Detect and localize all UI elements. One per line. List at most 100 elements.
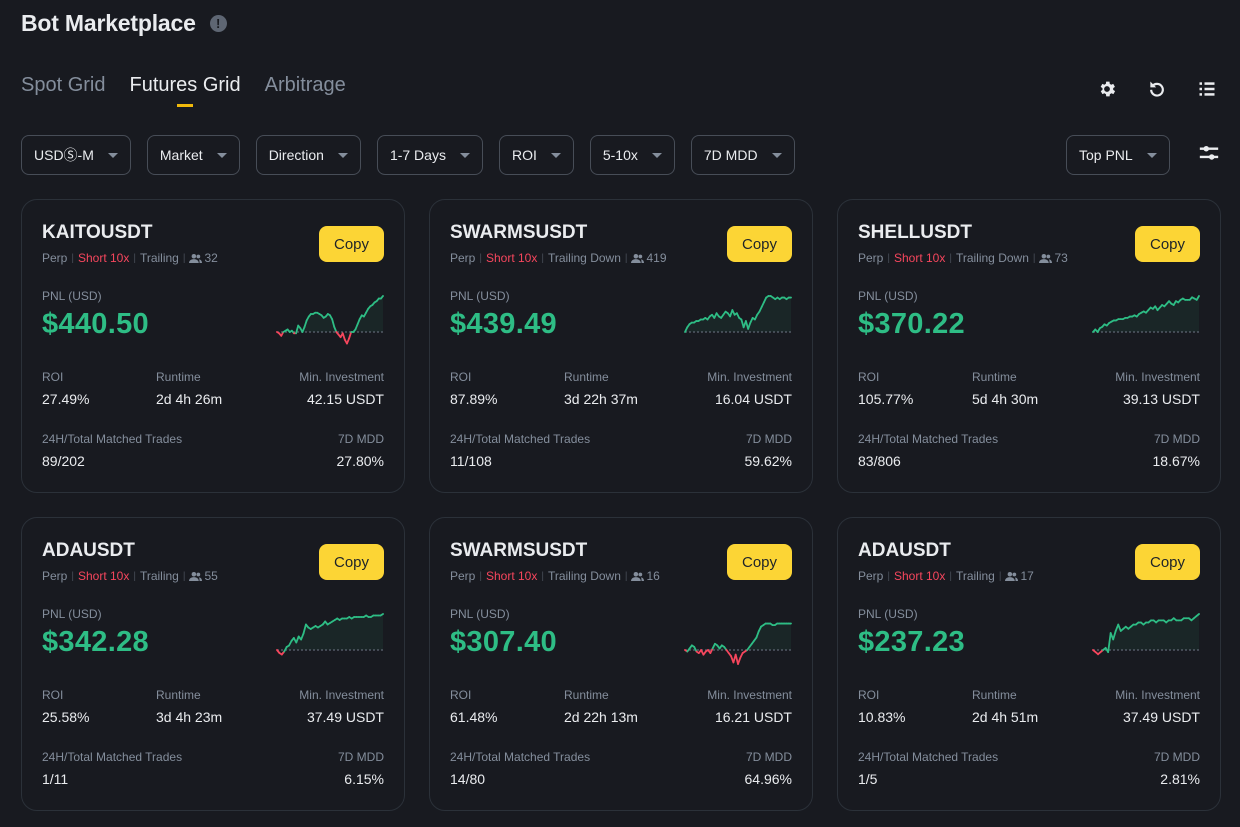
user-count-value: 55 bbox=[204, 569, 218, 583]
caret-down-icon bbox=[337, 152, 348, 158]
roi-value: 61.48% bbox=[450, 709, 498, 725]
roi-label: ROI bbox=[42, 688, 64, 702]
filter-margin-type[interactable]: USDⓈ-M bbox=[21, 135, 131, 175]
filter-label: ROI bbox=[511, 147, 537, 163]
bot-symbol: SWARMSUSDT bbox=[450, 222, 588, 243]
gear-icon[interactable] bbox=[1096, 78, 1118, 100]
copy-button[interactable]: Copy bbox=[319, 226, 384, 262]
direction-badge: Short 10x bbox=[77, 251, 130, 265]
pnl-label: PNL (USD) bbox=[42, 289, 102, 303]
runtime-value: 3d 22h 37m bbox=[564, 391, 638, 407]
divider: | bbox=[182, 570, 186, 582]
sparkline-segment bbox=[348, 331, 353, 340]
roi-value: 27.49% bbox=[42, 391, 90, 407]
bot-card[interactable]: ADAUSDT Perp | Short 10x | Trailing | 55… bbox=[21, 517, 405, 811]
mdd-value: 27.80% bbox=[336, 453, 384, 469]
min-investment-label: Min. Investment bbox=[707, 370, 792, 384]
tab-spot-grid[interactable]: Spot Grid bbox=[21, 74, 105, 109]
grid-mode: Trailing Down bbox=[547, 569, 621, 583]
divider: | bbox=[541, 252, 544, 264]
contract-type: Perp bbox=[450, 251, 476, 265]
users-icon bbox=[189, 253, 203, 263]
grid-mode: Trailing bbox=[955, 569, 995, 583]
mdd-label: 7D MDD bbox=[745, 432, 792, 446]
runtime-value: 2d 4h 51m bbox=[972, 709, 1039, 725]
bot-card[interactable]: SWARMSUSDT Perp | Short 10x | Trailing D… bbox=[429, 517, 813, 811]
user-count: 73 bbox=[1039, 251, 1068, 265]
mdd-label: 7D MDD bbox=[337, 432, 384, 446]
mdd-value: 6.15% bbox=[344, 771, 384, 787]
sparkline-segment bbox=[379, 613, 384, 617]
min-investment-value: 16.21 USDT bbox=[714, 709, 792, 725]
page-title: Bot Marketplace bbox=[21, 10, 196, 36]
filter-leverage[interactable]: 5-10x bbox=[589, 135, 675, 175]
users-icon bbox=[189, 571, 203, 581]
pnl-value: $440.50 bbox=[42, 308, 149, 340]
divider: | bbox=[71, 570, 74, 582]
refresh-icon[interactable] bbox=[1146, 78, 1168, 100]
runtime-label: Runtime bbox=[156, 370, 201, 384]
bot-card[interactable]: SHELLUSDT Perp | Short 10x | Trailing Do… bbox=[837, 199, 1221, 493]
bot-card[interactable]: KAITOUSDT Perp | Short 10x | Trailing | … bbox=[21, 199, 405, 493]
divider: | bbox=[182, 252, 186, 264]
pnl-sparkline bbox=[1092, 613, 1200, 656]
user-count-value: 17 bbox=[1020, 569, 1034, 583]
filter-runtime[interactable]: 1-7 Days bbox=[376, 135, 483, 175]
matched-trades-label: 24H/Total Matched Trades bbox=[42, 750, 183, 764]
tab-arbitrage[interactable]: Arbitrage bbox=[265, 74, 346, 109]
runtime-value: 5d 4h 30m bbox=[972, 391, 1039, 407]
sort-dropdown[interactable]: Top PNL bbox=[1066, 135, 1170, 175]
sliders-icon[interactable] bbox=[1198, 142, 1220, 164]
roi-value: 105.77% bbox=[858, 391, 914, 407]
list-icon[interactable] bbox=[1196, 78, 1218, 100]
filter-roi[interactable]: ROI bbox=[498, 135, 574, 175]
divider: | bbox=[133, 570, 136, 582]
divider: | bbox=[479, 570, 482, 582]
copy-button[interactable]: Copy bbox=[727, 544, 792, 580]
caret-down-icon bbox=[107, 152, 118, 158]
divider: | bbox=[133, 252, 136, 264]
pnl-label: PNL (USD) bbox=[450, 289, 510, 303]
matched-trades-value: 83/806 bbox=[858, 453, 901, 469]
mdd-value: 2.81% bbox=[1160, 771, 1200, 787]
copy-button[interactable]: Copy bbox=[1135, 544, 1200, 580]
divider: | bbox=[1032, 252, 1036, 264]
info-icon[interactable]: ! bbox=[209, 15, 227, 32]
copy-button[interactable]: Copy bbox=[727, 226, 792, 262]
divider: | bbox=[479, 252, 482, 264]
pnl-sparkline bbox=[684, 295, 792, 333]
user-count: 55 bbox=[189, 569, 218, 583]
divider: | bbox=[624, 252, 628, 264]
bot-symbol: KAITOUSDT bbox=[42, 222, 153, 243]
bot-card[interactable]: SWARMSUSDT Perp | Short 10x | Trailing D… bbox=[429, 199, 813, 493]
bot-card[interactable]: ADAUSDT Perp | Short 10x | Trailing | 17… bbox=[837, 517, 1221, 811]
filter-direction[interactable]: Direction bbox=[255, 135, 361, 175]
pnl-sparkline bbox=[276, 613, 384, 656]
users-icon bbox=[1005, 571, 1019, 581]
pnl-sparkline bbox=[1092, 295, 1200, 333]
pnl-value: $307.40 bbox=[450, 626, 557, 658]
divider: | bbox=[949, 252, 952, 264]
user-count: 17 bbox=[1005, 569, 1034, 583]
user-count-value: 419 bbox=[646, 251, 667, 265]
min-investment-value: 42.15 USDT bbox=[306, 391, 384, 407]
divider: | bbox=[541, 570, 544, 582]
filter-bar: USDⓈ-M Market Direction 1-7 Days ROI 5-1… bbox=[21, 135, 795, 175]
caret-down-icon bbox=[771, 152, 782, 158]
bot-card-grid: KAITOUSDT Perp | Short 10x | Trailing | … bbox=[21, 199, 1221, 811]
sparkline-area bbox=[277, 296, 383, 332]
caret-down-icon bbox=[216, 152, 227, 158]
bot-meta: Perp | Short 10x | Trailing | 17 bbox=[858, 569, 1034, 583]
mdd-label: 7D MDD bbox=[1153, 750, 1200, 764]
tab-futures-grid[interactable]: Futures Grid bbox=[129, 74, 240, 109]
filter-market[interactable]: Market bbox=[146, 135, 240, 175]
contract-type: Perp bbox=[450, 569, 476, 583]
roi-label: ROI bbox=[858, 688, 880, 702]
divider: | bbox=[887, 252, 890, 264]
direction-badge: Short 10x bbox=[893, 251, 946, 265]
user-count-value: 73 bbox=[1054, 251, 1068, 265]
matched-trades-value: 1/11 bbox=[42, 771, 69, 787]
copy-button[interactable]: Copy bbox=[1135, 226, 1200, 262]
copy-button[interactable]: Copy bbox=[319, 544, 384, 580]
filter-mdd[interactable]: 7D MDD bbox=[690, 135, 795, 175]
